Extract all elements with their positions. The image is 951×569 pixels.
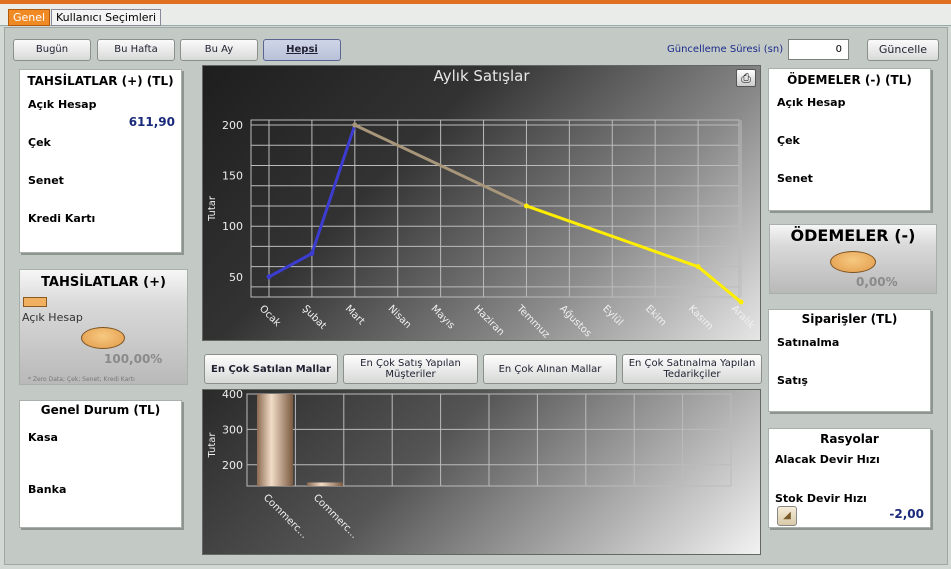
payments-pie-chart bbox=[830, 251, 876, 273]
x-tick-label: Temmuz bbox=[514, 303, 552, 341]
bar bbox=[307, 482, 343, 486]
collections-pie-note: * Zero Data; Çek; Senet; Kredi Kartı bbox=[28, 376, 135, 383]
general-status-bank-label: Banka bbox=[28, 483, 67, 496]
y-tick-label: 200 bbox=[222, 119, 243, 132]
collections-pie-chart bbox=[81, 327, 125, 349]
chart-icon[interactable]: ◢ bbox=[777, 506, 797, 526]
collections-tl-title: TAHSİLATLAR (+) (TL) bbox=[27, 74, 174, 88]
refresh-interval-input[interactable] bbox=[788, 39, 849, 60]
ratios-panel: Rasyolar Alacak Devir Hızı Stok Devir Hı… bbox=[768, 428, 931, 528]
x-tick-label: Ekim bbox=[643, 303, 668, 328]
refresh-interval-label: Güncelleme Süresi (sn) bbox=[667, 44, 784, 55]
tab-top-purchased-products[interactable]: En Çok Alınan Mallar bbox=[483, 354, 617, 384]
collections-open-account-label: Açık Hesap bbox=[28, 98, 97, 111]
legend-swatch-icon bbox=[23, 297, 47, 307]
all-button[interactable]: Hepsi bbox=[263, 39, 341, 61]
orders-sales-label: Satış bbox=[777, 374, 808, 387]
sales-data-point bbox=[523, 203, 529, 209]
x-tick-label: Commerc... bbox=[261, 492, 310, 541]
bar bbox=[257, 394, 293, 486]
sales-data-point bbox=[266, 274, 272, 280]
sales-data-point bbox=[695, 264, 701, 270]
orders-purchase-label: Satınalma bbox=[777, 336, 840, 349]
x-tick-label: Haziran bbox=[471, 303, 506, 338]
sales-data-point bbox=[738, 299, 744, 305]
y-tick-label: 150 bbox=[222, 170, 243, 183]
this-month-button[interactable]: Bu Ay bbox=[180, 39, 258, 61]
this-week-button[interactable]: Bu Hafta bbox=[97, 39, 175, 61]
top-products-chart: 200 300 400 Tutar Commerc... Commerc... bbox=[202, 389, 761, 555]
sales-line-segment bbox=[310, 124, 357, 254]
payments-check-label: Çek bbox=[777, 134, 800, 147]
collections-check-label: Çek bbox=[28, 136, 51, 149]
today-button[interactable]: Bugün bbox=[13, 39, 91, 61]
ratios-stock-turnover-value: -2,00 bbox=[889, 507, 924, 521]
tab-bar: Genel Kullanıcı Seçimleri bbox=[0, 4, 951, 26]
monthly-sales-chart: Aylık Satışlar ⎙ 50 100 150 200 Tutar Ocak Şub… bbox=[202, 65, 761, 341]
y-tick-label: 400 bbox=[222, 390, 243, 401]
ratios-receivable-turnover-label: Alacak Devir Hızı bbox=[775, 453, 880, 466]
tab-kullanici-secimleri[interactable]: Kullanıcı Seçimleri bbox=[51, 9, 162, 26]
payments-pie-panel: ÖDEMELER (-) 0,00% bbox=[769, 224, 937, 294]
x-tick-label: Kasım bbox=[686, 303, 715, 332]
tab-top-customers[interactable]: En Çok Satış Yapılan Müşteriler bbox=[343, 354, 478, 384]
y-tick-label: 200 bbox=[222, 459, 243, 472]
orders-title: Siparişler (TL) bbox=[801, 312, 898, 326]
collections-credit-card-label: Kredi Kartı bbox=[28, 212, 96, 225]
ratios-title: Rasyolar bbox=[820, 432, 879, 446]
content-area: Bugün Bu Hafta Bu Ay Hepsi Güncelleme Sü… bbox=[4, 27, 948, 565]
sales-line-segment bbox=[268, 252, 313, 279]
monthly-sales-plot: 50 100 150 200 Tutar Ocak Şubat Mart Nisan Mayıs H… bbox=[207, 119, 757, 341]
dashboard-window: Genel Kullanıcı Seçimleri Bugün Bu Hafta… bbox=[0, 0, 951, 569]
collections-pie-percent: 100,00% bbox=[104, 352, 163, 366]
payments-tl-title: ÖDEMELER (-) (TL) bbox=[787, 73, 912, 87]
x-tick-label: Aralık bbox=[729, 303, 757, 331]
x-tick-label: Şubat bbox=[300, 303, 328, 331]
x-tick-label: Mart bbox=[343, 303, 367, 327]
y-tick-label: 100 bbox=[222, 220, 243, 233]
y-axis-label: Tutar bbox=[207, 195, 218, 222]
sales-data-point bbox=[352, 122, 358, 128]
x-tick-label: Eylül bbox=[600, 303, 625, 328]
payments-bond-label: Senet bbox=[777, 172, 813, 185]
tab-top-suppliers[interactable]: En Çok Satınalma Yapılan Tedarikçiler bbox=[622, 354, 762, 384]
x-tick-label: Nisan bbox=[386, 303, 414, 331]
x-tick-label: Ağustos bbox=[557, 303, 594, 340]
payments-open-account-label: Açık Hesap bbox=[777, 96, 846, 109]
ratios-stock-turnover-label: Stok Devir Hızı bbox=[775, 492, 867, 505]
collections-pie-title: TAHSİLATLAR (+) bbox=[41, 275, 166, 290]
collections-open-account-value: 611,90 bbox=[128, 115, 175, 129]
x-tick-label: Commerc... bbox=[311, 492, 360, 541]
general-status-cash-label: Kasa bbox=[28, 431, 58, 444]
payments-tl-panel: ÖDEMELER (-) (TL) Açık Hesap Çek Senet bbox=[768, 68, 931, 211]
general-status-panel: Genel Durum (TL) Kasa Banka bbox=[19, 400, 182, 528]
plot-area-frame bbox=[250, 119, 740, 298]
collections-tl-panel: TAHSİLATLAR (+) (TL) Açık Hesap 611,90 Ç… bbox=[19, 69, 182, 253]
collections-bond-label: Senet bbox=[28, 174, 64, 187]
general-status-title: Genel Durum (TL) bbox=[40, 403, 161, 417]
payments-pie-percent: 0,00% bbox=[856, 275, 898, 289]
collections-pie-panel: TAHSİLATLAR (+) Açık Hesap 100,00% * Zer… bbox=[19, 269, 188, 385]
y-axis-label: Tutar bbox=[207, 432, 218, 459]
collections-pie-legend: Açık Hesap bbox=[22, 311, 83, 324]
payments-pie-title: ÖDEMELER (-) bbox=[790, 226, 916, 245]
tab-genel[interactable]: Genel bbox=[8, 9, 51, 26]
tab-top-sold-products[interactable]: En Çok Satılan Mallar bbox=[204, 354, 338, 384]
y-tick-label: 50 bbox=[229, 271, 243, 284]
x-tick-label: Ocak bbox=[257, 303, 283, 329]
top-products-plot: 200 300 400 Tutar Commerc... Commerc... bbox=[207, 390, 732, 541]
orders-panel: Siparişler (TL) Satınalma Satış bbox=[768, 309, 931, 412]
refresh-button[interactable]: Güncelle bbox=[867, 39, 939, 61]
x-tick-label: Mayıs bbox=[429, 303, 457, 331]
y-tick-label: 300 bbox=[222, 423, 243, 436]
sales-data-point bbox=[309, 251, 315, 257]
